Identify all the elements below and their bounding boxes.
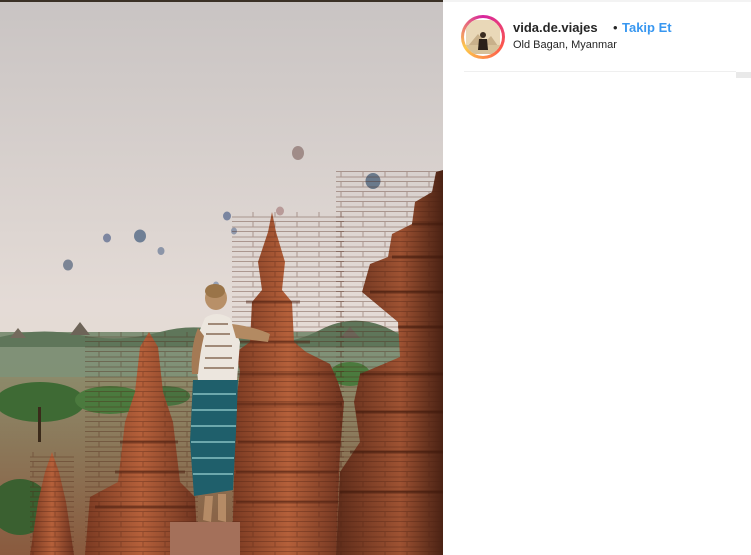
small-stupa-left [30,452,74,555]
central-stupa [232,212,344,555]
separator-dot: • [613,20,618,35]
follow-button[interactable]: Takip Et [622,20,672,35]
avatar-story-ring[interactable] [461,15,505,59]
post-photo-svg [0,2,443,555]
temple-right [336,170,443,555]
stone-ledge [170,522,240,555]
header-divider [464,71,736,72]
panel-top-border [443,0,751,2]
location-link[interactable]: Old Bagan, Myanmar [513,39,617,51]
post-header: vida.de.viajes • Takip Et Old Bagan, Mya… [461,13,741,61]
scrollbar-thumb[interactable] [736,72,751,78]
stupa-left [85,332,198,555]
avatar[interactable] [464,18,502,56]
avatar-image [466,20,500,54]
post-photo[interactable] [0,2,443,555]
post-side-panel: vida.de.viajes • Takip Et Old Bagan, Mya… [443,0,751,555]
username-link[interactable]: vida.de.viajes [513,20,598,35]
